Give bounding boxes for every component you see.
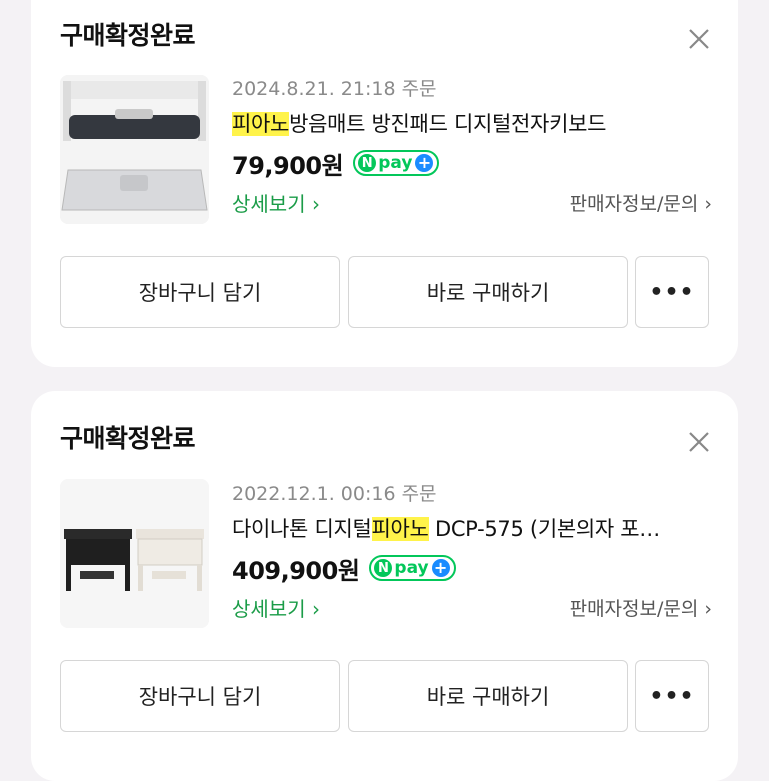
add-to-cart-button[interactable]: 장바구니 담기 bbox=[60, 660, 340, 732]
buy-now-button[interactable]: 바로 구매하기 bbox=[348, 660, 628, 732]
product-image[interactable] bbox=[60, 479, 209, 628]
plus-icon: + bbox=[415, 154, 434, 172]
seller-info-link[interactable]: 판매자정보/문의 › bbox=[570, 189, 712, 216]
detail-link[interactable]: 상세보기 › bbox=[232, 188, 320, 217]
npay-n-icon: N bbox=[358, 154, 377, 172]
order-card: 구매확정완료 2022.12.1. 00:16 주문 다이나톤 디지털피아노 D… bbox=[31, 391, 738, 781]
order-status: 구매확정완료 bbox=[60, 21, 196, 50]
title-after: DCP-575 (기본의자 포… bbox=[428, 517, 660, 541]
npay-badge: N pay + bbox=[369, 555, 456, 581]
order-status: 구매확정완료 bbox=[60, 424, 196, 453]
order-card: 구매확정완료 2024.8.21. 21:18 주문 피아노방음매트 방진패드 … bbox=[31, 0, 738, 367]
buy-now-button[interactable]: 바로 구매하기 bbox=[348, 256, 628, 328]
more-options-button[interactable]: ••• bbox=[635, 256, 709, 328]
plus-icon: + bbox=[431, 559, 450, 577]
npay-n-icon: N bbox=[374, 559, 393, 577]
close-icon[interactable] bbox=[688, 431, 710, 453]
title-before: 다이나톤 디지털 bbox=[232, 517, 372, 541]
order-date: 2024.8.21. 21:18 주문 bbox=[232, 78, 437, 100]
title-highlight: 피아노 bbox=[232, 112, 290, 136]
more-options-button[interactable]: ••• bbox=[635, 660, 709, 732]
title-rest: 방음매트 방진패드 디지털전자키보드 bbox=[289, 112, 607, 136]
close-icon[interactable] bbox=[688, 28, 710, 50]
detail-link[interactable]: 상세보기 › bbox=[232, 593, 320, 622]
npay-badge: N pay + bbox=[353, 150, 440, 176]
title-highlight: 피아노 bbox=[371, 517, 429, 541]
product-image[interactable] bbox=[60, 75, 209, 224]
price: 79,900원 bbox=[232, 151, 344, 180]
npay-label: pay bbox=[378, 153, 413, 173]
product-title[interactable]: 다이나톤 디지털피아노 DCP-575 (기본의자 포… bbox=[232, 509, 712, 549]
price: 409,900원 bbox=[232, 556, 360, 585]
npay-label: pay bbox=[394, 558, 429, 578]
add-to-cart-button[interactable]: 장바구니 담기 bbox=[60, 256, 340, 328]
order-date: 2022.12.1. 00:16 주문 bbox=[232, 483, 437, 505]
product-title[interactable]: 피아노방음매트 방진패드 디지털전자키보드 bbox=[232, 104, 712, 144]
seller-info-link[interactable]: 판매자정보/문의 › bbox=[570, 594, 712, 621]
